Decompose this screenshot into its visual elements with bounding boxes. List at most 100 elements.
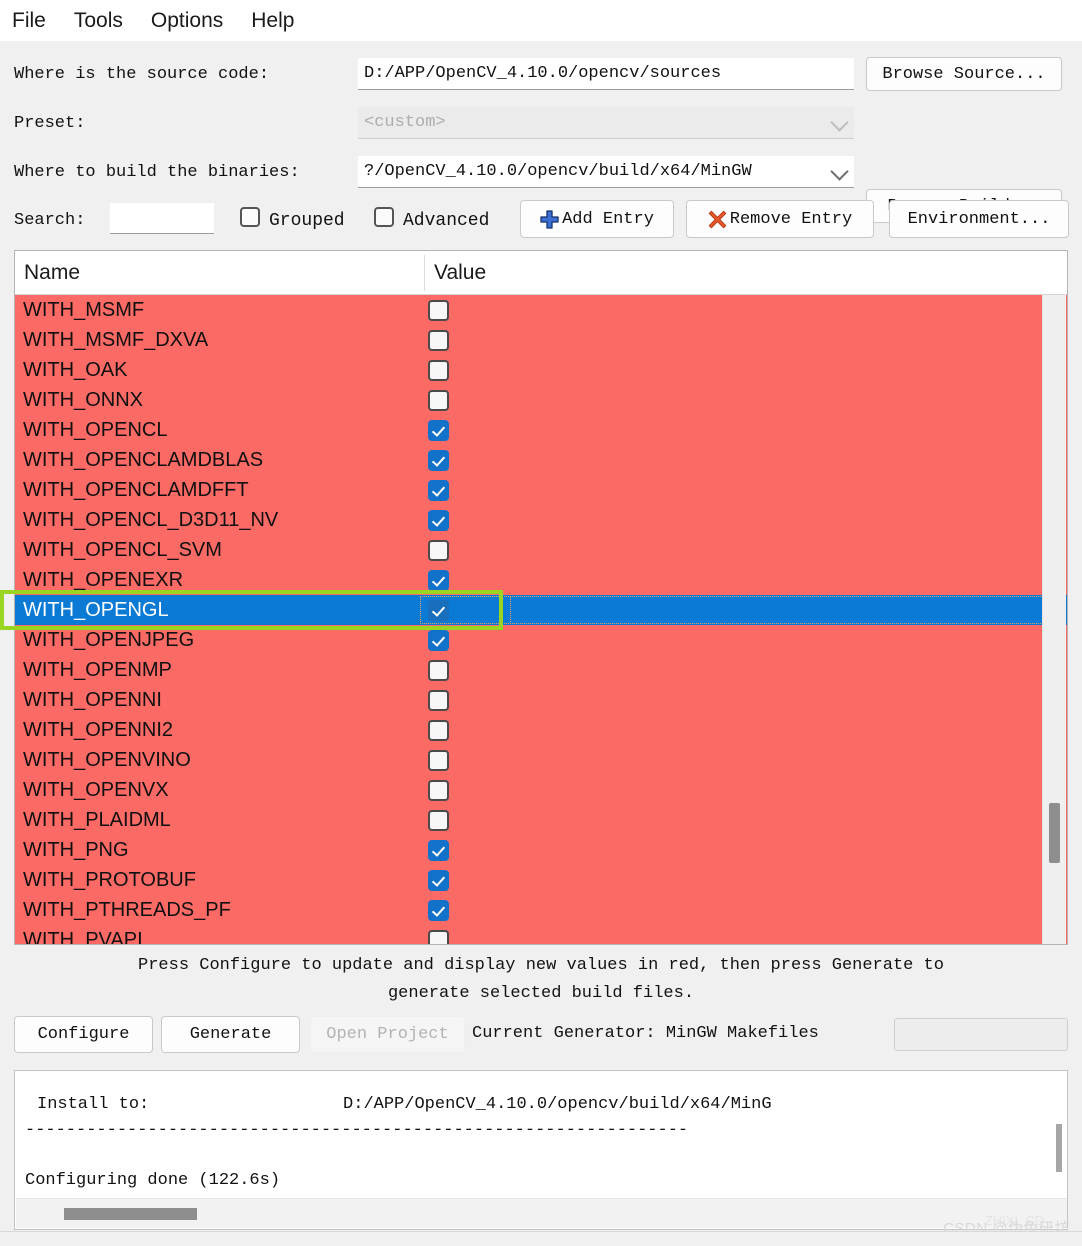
table-row[interactable]: WITH_PTHREADS_PF (15, 895, 1067, 925)
checkbox-checked[interactable] (428, 840, 449, 861)
table-header: Name Value (15, 251, 1067, 295)
progress-bar (894, 1018, 1068, 1051)
checkbox-checked[interactable] (428, 510, 449, 531)
table-vertical-scrollbar[interactable] (1042, 295, 1066, 944)
checkbox-unchecked[interactable] (428, 330, 449, 351)
table-cell-name: WITH_OPENCL_SVM (23, 539, 222, 561)
add-entry-label: Add Entry (562, 209, 654, 229)
checkbox-unchecked[interactable] (428, 540, 449, 561)
table-row[interactable]: WITH_OPENCLAMDBLAS (15, 445, 1067, 475)
add-entry-button[interactable]: Add Entry (520, 200, 674, 238)
table-row[interactable]: WITH_OPENVX (15, 775, 1067, 805)
chevron-down-icon (830, 112, 849, 132)
menu-item-file[interactable]: File (12, 10, 46, 31)
menubar: File Tools Options Help (0, 0, 1082, 41)
checkbox-unchecked[interactable] (428, 750, 449, 771)
table-scrollbar-thumb[interactable] (1049, 803, 1060, 863)
table-cell-name: WITH_MSMF (23, 299, 145, 321)
table-cell-name: WITH_OPENNI (23, 689, 162, 711)
grouped-checkbox[interactable] (240, 207, 260, 227)
table-cell-name: WITH_OPENMP (23, 659, 172, 681)
table-row[interactable]: WITH_OAK (15, 355, 1067, 385)
table-row[interactable]: WITH_PROTOBUF (15, 865, 1067, 895)
table-cell-name: WITH_OPENCL (23, 419, 168, 441)
table-cell-name: WITH_ONNX (23, 389, 143, 411)
grouped-label: Grouped (269, 211, 345, 231)
close-x-icon (708, 210, 727, 229)
table-row[interactable]: WITH_MSMF_DXVA (15, 325, 1067, 355)
table-row[interactable]: WITH_PLAIDML (15, 805, 1067, 835)
build-binaries-label: Where to build the binaries: (14, 163, 300, 182)
build-binaries-combobox[interactable]: ?/OpenCV_4.10.0/opencv/build/x64/MinGW (358, 156, 854, 188)
log-vertical-scrollbar[interactable] (1052, 1072, 1066, 1199)
table-cell-name: WITH_OPENVX (23, 779, 169, 801)
column-header-value[interactable]: Value (425, 251, 1045, 294)
log-line-install-to: Install to: D:/APP/OpenCV_4.10.0/opencv/… (37, 1095, 772, 1114)
table-row[interactable]: WITH_OPENVINO (15, 745, 1067, 775)
row-focus-outline (420, 596, 1065, 624)
environment-button[interactable]: Environment... (889, 200, 1069, 238)
remove-entry-button[interactable]: Remove Entry (686, 200, 874, 238)
search-input[interactable] (110, 203, 214, 234)
checkbox-unchecked[interactable] (428, 930, 449, 944)
column-header-name[interactable]: Name (15, 251, 424, 294)
chevron-down-icon (830, 161, 849, 181)
log-line-configuring-done: Configuring done (122.6s) (25, 1171, 281, 1190)
checkbox-checked[interactable] (428, 570, 449, 591)
table-row[interactable]: WITH_OPENNI2 (15, 715, 1067, 745)
table-cell-name: WITH_OPENNI2 (23, 719, 174, 741)
table-row[interactable]: WITH_OPENCL (15, 415, 1067, 445)
window-bottom-edge (0, 1231, 1082, 1246)
menu-item-help[interactable]: Help (251, 10, 294, 31)
advanced-checkbox[interactable] (374, 207, 394, 227)
checkbox-checked[interactable] (428, 420, 449, 441)
checkbox-unchecked[interactable] (428, 360, 449, 381)
checkbox-checked[interactable] (428, 870, 449, 891)
table-cell-name: WITH_OPENCL_D3D11_NV (23, 509, 279, 531)
table-row[interactable]: WITH_OPENCLAMDFFT (15, 475, 1067, 505)
table-row[interactable]: WITH_ONNX (15, 385, 1067, 415)
table-row[interactable]: WITH_MSMF (15, 295, 1067, 325)
table-row[interactable]: WITH_PVAPI (15, 925, 1067, 944)
preset-combobox[interactable]: <custom> (358, 107, 854, 139)
preset-label: Preset: (14, 114, 86, 133)
log-hscrollbar-thumb[interactable] (64, 1208, 197, 1220)
browse-source-button[interactable]: Browse Source... (866, 57, 1062, 91)
table-cell-name: WITH_PLAIDML (23, 809, 171, 831)
status-hint-line-1: Press Configure to update and display ne… (138, 956, 944, 975)
configure-button[interactable]: Configure (14, 1016, 153, 1053)
checkbox-unchecked[interactable] (428, 810, 449, 831)
source-code-input[interactable]: D:/APP/OpenCV_4.10.0/opencv/sources (358, 58, 854, 90)
checkbox-unchecked[interactable] (428, 720, 449, 741)
menu-item-options[interactable]: Options (151, 10, 223, 31)
output-log-panel[interactable]: Install to: D:/APP/OpenCV_4.10.0/opencv/… (14, 1070, 1068, 1230)
preset-selected-value: <custom> (364, 113, 446, 132)
table-row[interactable]: WITH_OPENMP (15, 655, 1067, 685)
checkbox-checked[interactable] (428, 450, 449, 471)
checkbox-unchecked[interactable] (428, 390, 449, 411)
plus-icon (540, 209, 559, 229)
log-horizontal-scrollbar[interactable] (16, 1198, 1067, 1228)
table-row[interactable]: WITH_PNG (15, 835, 1067, 865)
menu-item-tools[interactable]: Tools (74, 10, 123, 31)
paths-form: Where is the source code: D:/APP/OpenCV_… (0, 41, 1082, 241)
checkbox-unchecked[interactable] (428, 660, 449, 681)
table-row[interactable]: WITH_OPENCL_D3D11_NV (15, 505, 1067, 535)
checkbox-unchecked[interactable] (428, 690, 449, 711)
log-scrollbar-thumb[interactable] (1056, 1124, 1062, 1172)
search-label: Search: (14, 211, 86, 230)
table-row[interactable]: WITH_OPENNI (15, 685, 1067, 715)
checkbox-checked[interactable] (428, 480, 449, 501)
checkbox-checked[interactable] (428, 900, 449, 921)
action-bar: Configure Generate Open Project Current … (0, 1012, 1082, 1056)
log-line-separator: ----------------------------------------… (25, 1121, 689, 1140)
checkbox-unchecked[interactable] (428, 300, 449, 321)
table-cell-name: WITH_MSMF_DXVA (23, 329, 209, 351)
open-project-button: Open Project (310, 1016, 465, 1053)
table-row[interactable]: WITH_OPENCL_SVM (15, 535, 1067, 565)
status-hint-line-2: generate selected build files. (387, 984, 695, 1003)
checkbox-checked[interactable] (428, 630, 449, 651)
cmake-gui-window: File Tools Options Help Where is the sou… (0, 0, 1082, 1246)
generate-button[interactable]: Generate (161, 1016, 300, 1053)
checkbox-unchecked[interactable] (428, 780, 449, 801)
